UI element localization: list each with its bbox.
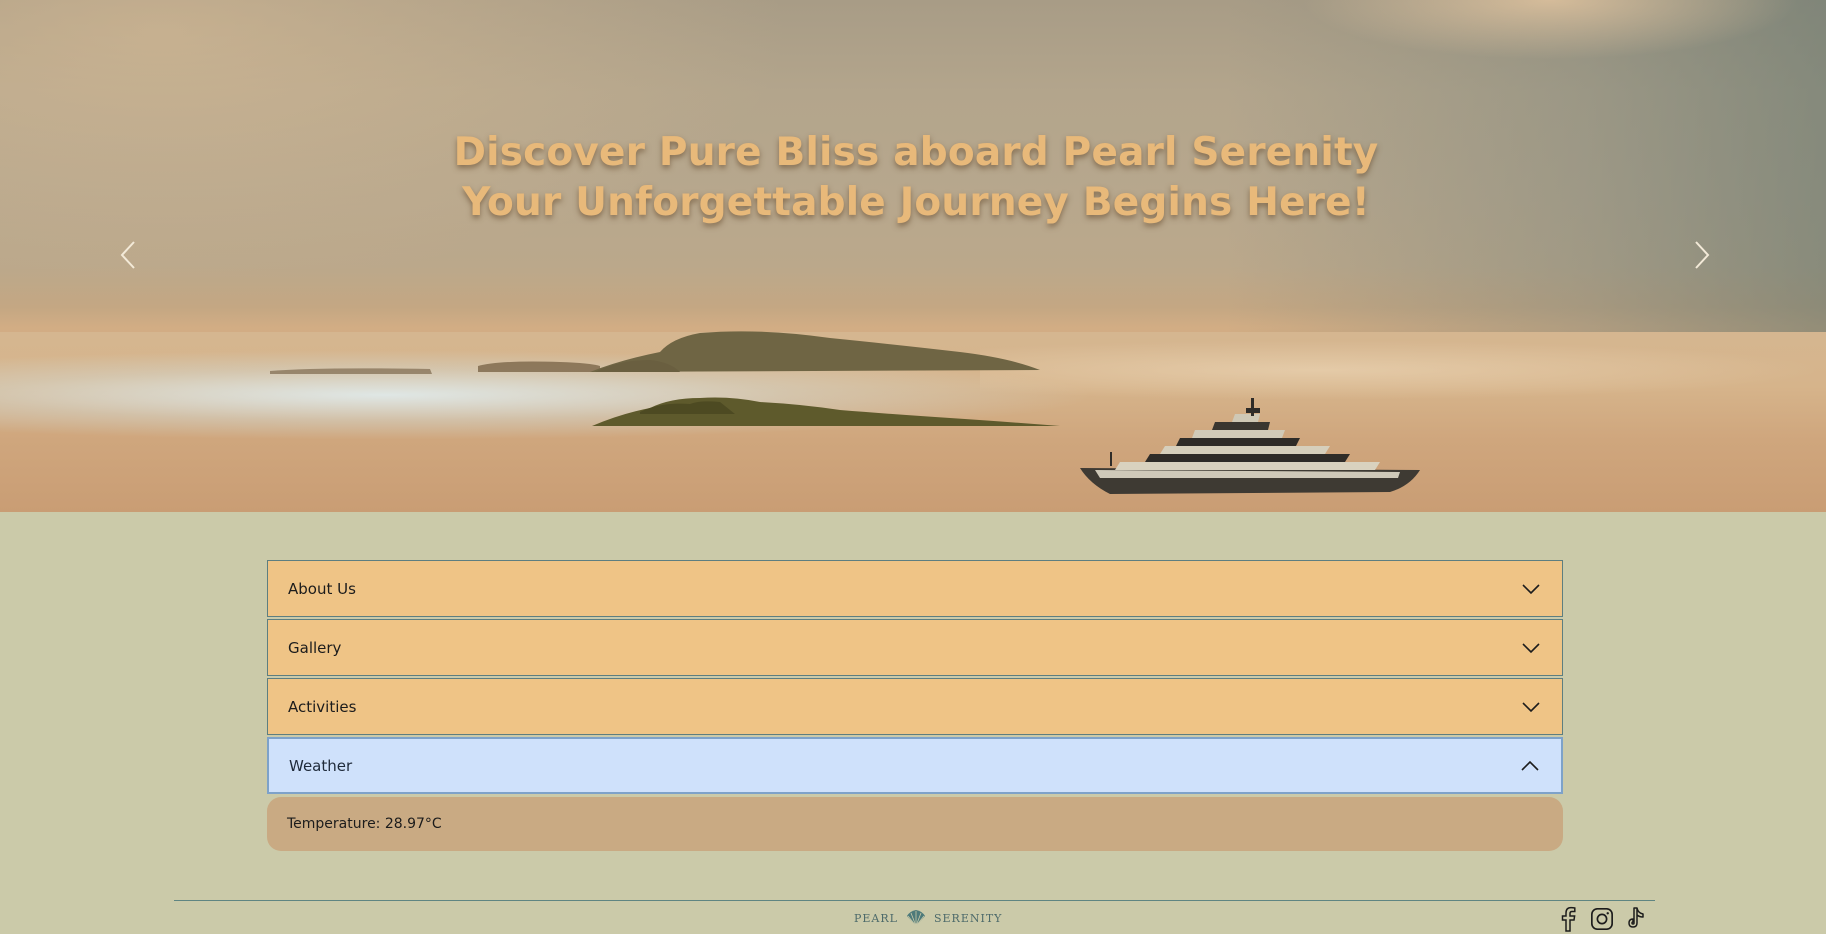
tiktok-icon[interactable]	[1624, 906, 1648, 932]
facebook-icon[interactable]	[1556, 906, 1580, 932]
hero-headline-line-2: Your Unforgettable Journey Begins Here!	[462, 180, 1370, 225]
accordion-label: About Us	[288, 579, 356, 598]
hero-banner: Discover Pure Bliss aboard Pearl Serenit…	[0, 0, 1826, 512]
hero-headline: Discover Pure Bliss aboard Pearl Serenit…	[0, 128, 1826, 228]
hero-headline-line-1: Discover Pure Bliss aboard Pearl Serenit…	[453, 130, 1379, 175]
hero-landscape-illustration	[270, 331, 1420, 494]
brand-name-left: PEARL	[854, 911, 898, 925]
accordion-label: Gallery	[288, 638, 342, 657]
accordion-item-activities[interactable]: Activities	[267, 678, 1563, 735]
chevron-up-icon	[1521, 760, 1539, 771]
social-links	[1556, 906, 1648, 932]
instagram-icon[interactable]	[1590, 906, 1614, 932]
footer-divider	[174, 900, 1655, 901]
chevron-down-icon	[1522, 642, 1540, 653]
info-accordion: About Us Gallery Activities Weather Temp…	[267, 560, 1563, 851]
accordion-item-weather[interactable]: Weather	[267, 737, 1563, 794]
chevron-left-icon	[120, 241, 135, 269]
accordion-item-gallery[interactable]: Gallery	[267, 619, 1563, 676]
brand-logo[interactable]: PEARL SERENITY	[854, 909, 1002, 927]
accordion-label: Weather	[289, 756, 353, 775]
accordion-label: Activities	[288, 697, 357, 716]
accordion-item-about-us[interactable]: About Us	[267, 560, 1563, 617]
carousel-next-button[interactable]	[1686, 238, 1716, 272]
shell-icon	[906, 910, 925, 927]
brand-name-right: SERENITY	[933, 911, 1003, 925]
yacht-illustration	[1080, 398, 1420, 494]
chevron-right-icon	[1695, 241, 1710, 269]
weather-panel: Temperature: 28.97°C	[267, 797, 1563, 851]
chevron-down-icon	[1522, 583, 1540, 594]
temperature-readout: Temperature: 28.97°C	[287, 816, 442, 832]
carousel-prev-button[interactable]	[114, 238, 144, 272]
chevron-down-icon	[1522, 701, 1540, 712]
